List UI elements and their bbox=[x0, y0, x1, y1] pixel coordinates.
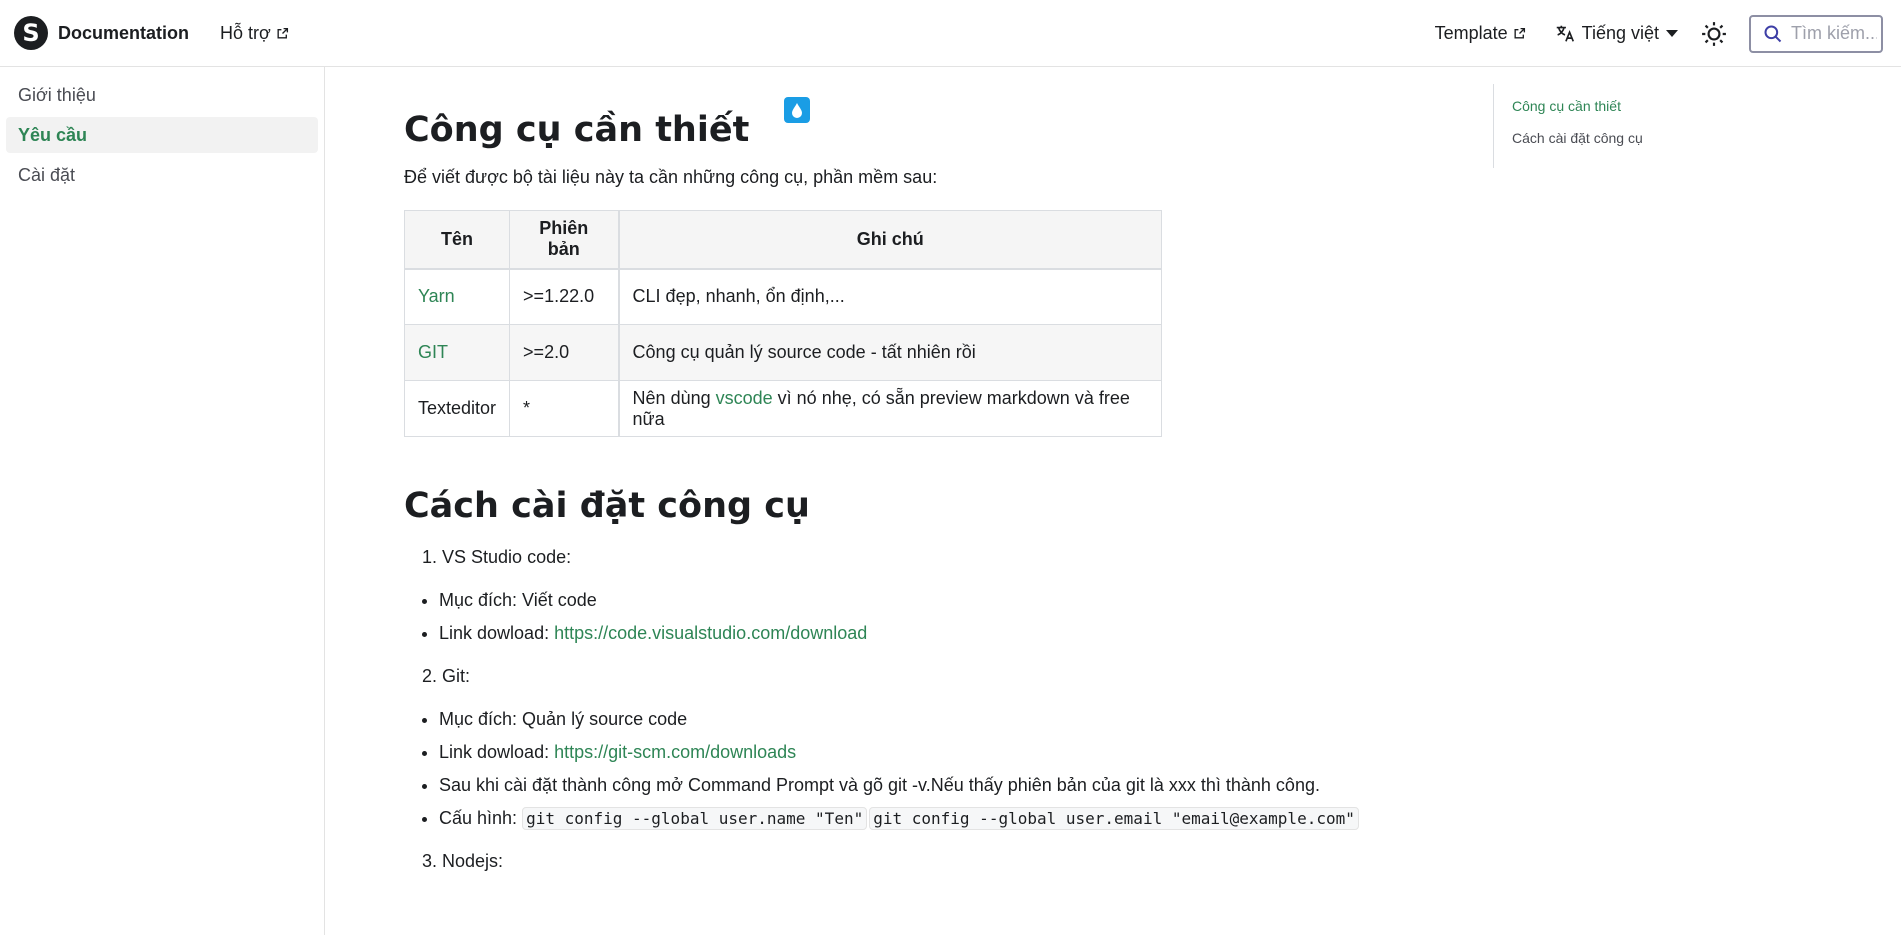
sidebar: Giới thiệu Yêu cầu Cài đặt bbox=[0, 67, 325, 935]
navbar: S Documentation Hỗ trợ Template Tiếng vi… bbox=[0, 0, 1901, 67]
git-link[interactable]: GIT bbox=[418, 342, 448, 362]
table-row: Texteditor * Nên dùng vscode vì nó nhẹ, … bbox=[403, 380, 1163, 437]
template-link-label: Template bbox=[1434, 23, 1508, 43]
language-dropdown[interactable]: Tiếng việt bbox=[1554, 23, 1679, 45]
navbar-right: Template Tiếng việt bbox=[1435, 0, 1883, 67]
table-of-contents: Công cụ cần thiết Cách cài đặt công cụ bbox=[1493, 84, 1643, 168]
list-item: Cấu hình: git config --global user.name … bbox=[439, 802, 1404, 835]
list-item: Mục đích: Viết code bbox=[439, 584, 1404, 617]
logo-icon: S bbox=[14, 16, 48, 50]
table-row: Yarn >=1.22.0 CLI đẹp, nhanh, ổn định,..… bbox=[403, 268, 1163, 325]
step-list: Mục đích: Quản lý source code Link dowlo… bbox=[404, 703, 1404, 835]
section-title: Cách cài đặt công cụ bbox=[404, 486, 810, 526]
support-link[interactable]: Hỗ trợ bbox=[220, 23, 289, 44]
external-link-icon bbox=[276, 27, 289, 40]
theme-toggle-button[interactable] bbox=[1699, 19, 1729, 49]
step-label: 2. Git: bbox=[422, 666, 471, 686]
step-label: 3. Nodejs: bbox=[422, 851, 504, 871]
main-content: Công cụ cần thiết Để viết được bộ tài li… bbox=[403, 67, 1404, 872]
sidebar-item-gioi-thieu[interactable]: Giới thiệu bbox=[6, 77, 318, 113]
table-cell-name: Yarn bbox=[403, 268, 511, 325]
search-icon bbox=[1763, 24, 1783, 44]
vscode-link[interactable]: vscode bbox=[716, 388, 773, 408]
table-cell-version: >=1.22.0 bbox=[509, 268, 620, 325]
code-snippet: git config --global user.email "email@ex… bbox=[869, 807, 1359, 830]
list-item: Link dowload: https://code.visualstudio.… bbox=[439, 617, 1404, 650]
table-cell-name: GIT bbox=[403, 324, 511, 381]
table-cell-note: Công cụ quản lý source code - tất nhiên … bbox=[617, 324, 1163, 381]
page-title: Công cụ cần thiết bbox=[404, 110, 750, 150]
template-link[interactable]: Template bbox=[1435, 23, 1526, 44]
config-prefix: Cấu hình: bbox=[439, 808, 523, 828]
external-link-icon bbox=[1513, 27, 1526, 40]
language-label: Tiếng việt bbox=[1581, 23, 1659, 43]
table-cell-note: CLI đẹp, nhanh, ổn định,... bbox=[617, 268, 1163, 325]
search-input[interactable] bbox=[1791, 23, 1877, 44]
note-text-before: Nên dùng bbox=[632, 387, 716, 408]
link-prefix: Link dowload: bbox=[439, 742, 555, 762]
chevron-down-icon bbox=[1665, 23, 1679, 44]
tools-table: Tên Phiên bản Ghi chú Yarn >=1.22.0 CLI … bbox=[403, 210, 1163, 437]
table-cell-note: Nên dùng vscode vì nó nhẹ, có sẵn previe… bbox=[617, 380, 1163, 437]
git-download-link[interactable]: https://git-scm.com/downloads bbox=[554, 742, 796, 762]
sun-icon bbox=[1701, 21, 1727, 47]
sidebar-item-cai-dat[interactable]: Cài đặt bbox=[6, 157, 318, 193]
yarn-link[interactable]: Yarn bbox=[418, 286, 455, 306]
search-box[interactable] bbox=[1749, 14, 1883, 53]
table-row: GIT >=2.0 Công cụ quản lý source code - … bbox=[403, 324, 1163, 381]
table-cell-version: * bbox=[509, 380, 620, 437]
brand-title: Documentation bbox=[58, 22, 190, 43]
code-snippet: git config --global user.name "Ten" bbox=[522, 807, 868, 830]
toc-item-cong-cu[interactable]: Công cụ cần thiết bbox=[1512, 94, 1643, 126]
list-item: Link dowload: https://git-scm.com/downlo… bbox=[439, 736, 1404, 769]
table-header-name: Tên bbox=[403, 210, 511, 270]
support-link-label: Hỗ trợ bbox=[220, 22, 271, 43]
table-cell-name: Texteditor bbox=[403, 380, 511, 437]
step-label: 1. VS Studio code: bbox=[422, 547, 572, 567]
list-item: Mục đích: Quản lý source code bbox=[439, 703, 1404, 736]
list-item: Sau khi cài đặt thành công mở Command Pr… bbox=[439, 769, 1404, 802]
toc-item-cach-cai-dat[interactable]: Cách cài đặt công cụ bbox=[1512, 126, 1643, 158]
link-prefix: Link dowload: bbox=[439, 623, 555, 643]
table-header-row: Tên Phiên bản Ghi chú bbox=[403, 210, 1163, 270]
vscode-download-link[interactable]: https://code.visualstudio.com/download bbox=[554, 623, 867, 643]
brand-link[interactable]: S Documentation bbox=[14, 16, 189, 50]
table-header-version: Phiên bản bbox=[509, 210, 620, 270]
table-header-note: Ghi chú bbox=[617, 210, 1163, 270]
intro-text: Để viết được bộ tài liệu này ta cần nhữn… bbox=[404, 167, 938, 187]
sidebar-item-yeu-cau[interactable]: Yêu cầu bbox=[6, 117, 318, 153]
step-list: Mục đích: Viết code Link dowload: https:… bbox=[404, 584, 1404, 650]
translate-icon bbox=[1554, 23, 1576, 45]
table-cell-version: >=2.0 bbox=[509, 324, 620, 381]
